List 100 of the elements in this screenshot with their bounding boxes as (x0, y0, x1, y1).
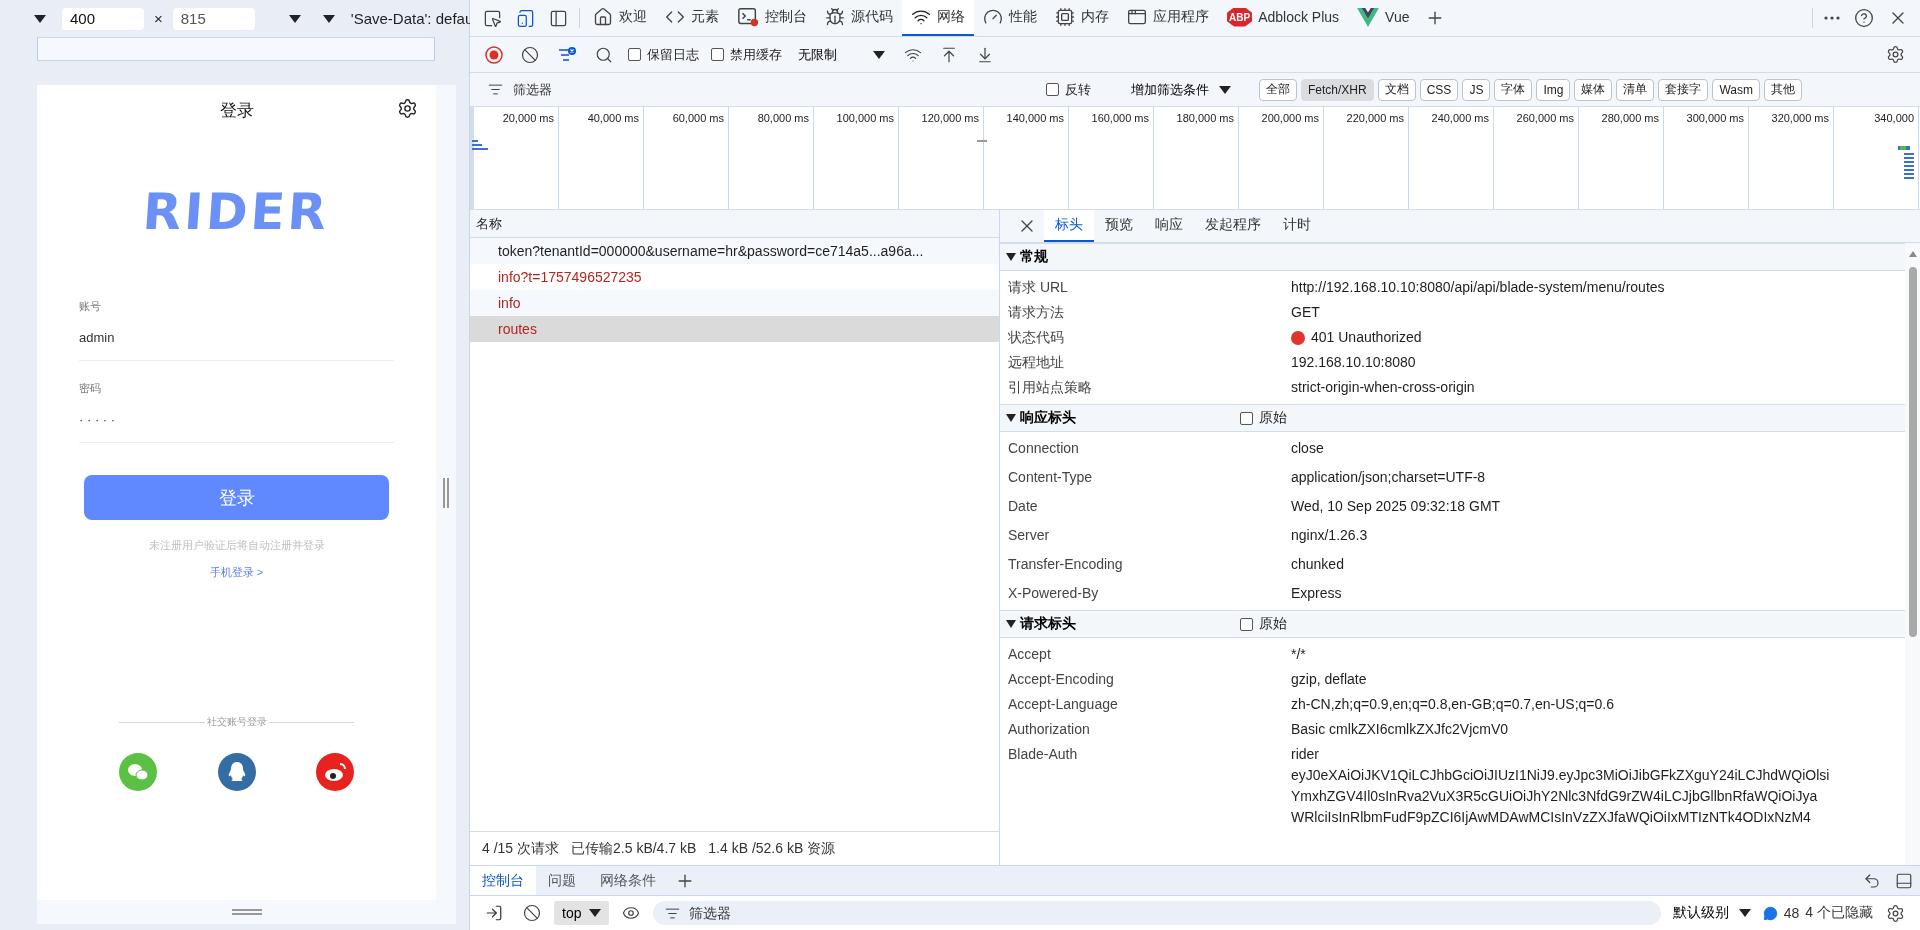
detail-tab[interactable]: 发起程序 (1194, 210, 1272, 242)
header-name: Accept (1008, 645, 1052, 664)
detail-tab[interactable]: 预览 (1094, 210, 1144, 242)
timeline-tick-label: 20,000 ms (502, 112, 554, 124)
timeline-tick-label: 260,000 ms (1516, 112, 1574, 124)
eye-icon (622, 904, 641, 922)
undo-arrow-icon (1863, 871, 1881, 890)
resize-handle-icon[interactable] (442, 477, 450, 508)
type-filter-chip[interactable]: 清单 (1616, 78, 1655, 101)
type-filter-chip[interactable]: 全部 (1259, 78, 1297, 101)
header-value: close (1291, 439, 1325, 458)
panel-tab[interactable]: 内存 (1046, 0, 1118, 36)
type-filter-chip[interactable]: 其他 (1763, 78, 1802, 101)
panel-tab[interactable]: ABP Adblock Plus (1218, 0, 1349, 36)
panel-tab[interactable]: 性能 (974, 0, 1046, 36)
timeline-tick-label: 320,000 ms (1771, 112, 1829, 124)
type-filter-chip[interactable]: 媒体 (1574, 78, 1613, 101)
settings-icon[interactable] (397, 98, 418, 119)
page-title: 登录 (219, 99, 254, 122)
timeline-tick-label: 60,000 ms (672, 112, 724, 124)
header-value: YmxhZGV4Il0sInRva2VuX3R5cGUiOiJhY2Nlc3NfdG9rZW4iLCJjbGllbnRfaWQiOiJya (1291, 787, 1819, 806)
filter-settings-icon (557, 45, 577, 64)
panel-tab[interactable]: 欢迎 (584, 0, 656, 36)
header-value: application/json;charset=UTF-8 (1291, 468, 1487, 487)
drawer-tab[interactable]: 问题 (536, 866, 588, 895)
checkbox[interactable]: 原始 (1236, 615, 1291, 633)
context-dropdown[interactable]: top (554, 901, 610, 925)
eye-swirl-icon[interactable] (316, 753, 354, 791)
request-bars-icon (472, 140, 488, 150)
stop-sign-icon: ABP (1227, 7, 1253, 27)
timeline-tick-label: 300,000 ms (1686, 112, 1744, 124)
panel-tab[interactable]: Vue (1348, 0, 1419, 36)
section-toggle[interactable]: 请求标头 (1006, 615, 1236, 633)
timeline-tick-label: 100,000 ms (836, 112, 894, 124)
checkbox[interactable]: 保留日志 (624, 45, 703, 64)
log-level-dropdown[interactable]: 默认级别 (1666, 903, 1757, 923)
request-row[interactable]: token?tenantId=000000&username=hr&password=ce714a5...a96a... (470, 238, 999, 264)
header-name: Accept-Encoding (1008, 670, 1115, 689)
phone-login-link[interactable]: 手机登录 > (209, 565, 264, 580)
width-input[interactable]: 400 (62, 7, 144, 30)
panel-tab[interactable]: 网络 (902, 0, 974, 36)
checkbox[interactable]: 禁用缓存 (707, 45, 786, 64)
header-value: Express (1291, 584, 1343, 603)
filter-field[interactable]: 筛选器 (653, 901, 1661, 925)
type-filter-chip[interactable]: 套接字 (1658, 78, 1709, 101)
detail-tab[interactable]: 计时 (1272, 210, 1322, 242)
drawer-tab[interactable]: 网络条件 (588, 866, 668, 895)
checkbox[interactable]: 原始 (1236, 409, 1291, 427)
more-filters-dropdown[interactable]: 增加筛选条件 (1123, 80, 1239, 99)
header-name: 状态代码 (1008, 328, 1065, 347)
penguin-icon[interactable] (217, 753, 256, 791)
type-filter-chip[interactable]: Wasm (1712, 78, 1760, 101)
type-filter-chip[interactable]: CSS (1419, 78, 1459, 101)
header-value: eyJ0eXAiOiJKV1QiLCJhbGciOiJIUzI1NiJ9.eyJpc3MiOiJibGFkZXguY24iLCJhdWQiOlsi (1291, 766, 1831, 785)
panel-bottom-icon (1895, 871, 1913, 890)
caret-icon (1006, 620, 1016, 628)
height-input[interactable]: 815 (172, 7, 255, 30)
pointer-icon (483, 8, 502, 28)
summary-text: 1.4 kB /52.6 kB 资源 (708, 839, 836, 858)
request-row[interactable]: info (470, 290, 999, 316)
scrollbar[interactable] (1905, 243, 1920, 865)
header-value: Wed, 10 Sep 2025 09:32:18 GMT (1291, 497, 1502, 516)
filter-field[interactable]: 筛选器 (511, 81, 911, 98)
section-toggle[interactable]: 响应标头 (1006, 409, 1236, 427)
checkbox[interactable]: 反转 (1042, 80, 1095, 99)
timeline-tick-label: 40,000 ms (587, 112, 639, 124)
panel-tab[interactable]: 源代码 (816, 0, 902, 36)
arrow-into-box-icon (485, 904, 503, 922)
summary-text: 4 /15 次请求 (482, 839, 560, 858)
type-filter-chip[interactable]: Fetch/XHR (1301, 78, 1374, 101)
throttle-dropdown[interactable]: 无限制 (790, 45, 893, 64)
bug-icon (825, 7, 845, 27)
search-icon (595, 45, 613, 64)
type-filter-chip[interactable]: Img (1536, 78, 1571, 101)
timeline-tick-label: 140,000 ms (1006, 112, 1064, 124)
caret-icon (1006, 414, 1016, 422)
timeline-tick-label: 240,000 ms (1431, 112, 1489, 124)
drawer-tab[interactable]: 控制台 (470, 866, 536, 895)
header-value: strict-origin-when-cross-origin (1291, 378, 1476, 397)
field-label: 密码 (79, 381, 102, 396)
window-icon (1127, 7, 1147, 27)
request-row[interactable]: routes (470, 316, 999, 342)
panel-tab[interactable]: 应用程序 (1118, 0, 1218, 36)
header-name: 引用站点策略 (1008, 378, 1093, 397)
type-filter-chip[interactable]: JS (1462, 78, 1491, 101)
type-filter-chip[interactable]: 文档 (1377, 78, 1416, 101)
resize-handle-icon[interactable] (231, 909, 262, 915)
detail-tab[interactable]: 响应 (1144, 210, 1194, 242)
header-value: http://192.168.10.10:8080/api/api/blade-system/menu/routes (1291, 278, 1666, 297)
header-value: gzip, deflate (1291, 670, 1368, 689)
type-filter-chip[interactable]: 字体 (1494, 78, 1533, 101)
input-field[interactable]: · · · · · (79, 396, 394, 443)
v-logo-icon (1357, 7, 1380, 27)
timeline-tick-label: 160,000 ms (1091, 112, 1149, 124)
panel-tab[interactable]: 控制台 (728, 0, 816, 36)
input-field[interactable]: admin (79, 314, 394, 361)
section-toggle[interactable]: 常规 (1006, 248, 1236, 266)
detail-tab[interactable]: 标头 (1044, 210, 1094, 242)
panel-tab[interactable]: 元素 (656, 0, 728, 36)
column-header[interactable]: 名称 (476, 214, 502, 233)
